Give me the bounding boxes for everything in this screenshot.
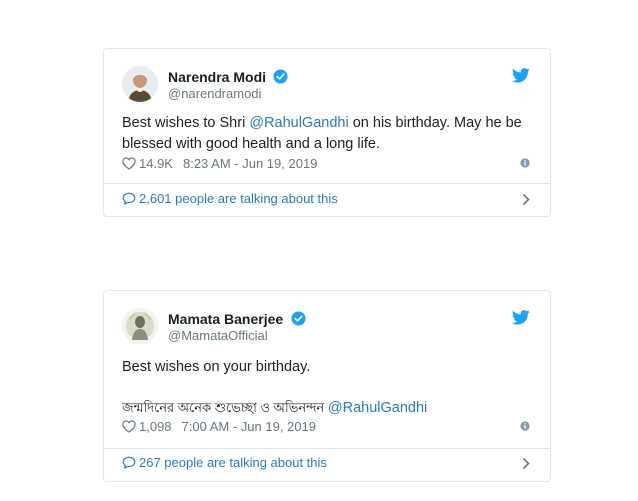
avatar[interactable] — [122, 66, 158, 102]
verified-badge-icon — [291, 311, 306, 326]
timestamp[interactable]: 7:00 AM - Jun 19, 2019 — [182, 419, 316, 434]
like-count[interactable]: 1,098 — [139, 419, 172, 434]
author-handle[interactable]: @narendramodi — [168, 86, 261, 101]
twitter-bird-icon[interactable] — [512, 68, 530, 83]
avatar-image — [122, 308, 158, 344]
mention-link[interactable]: @RahulGandhi — [328, 400, 427, 416]
tweet-header: Mamata Banerjee @MamataOfficial — [122, 308, 532, 344]
verified-badge-icon — [273, 69, 288, 84]
avatar[interactable] — [122, 308, 158, 344]
author-name-row[interactable]: Narendra Modi — [168, 68, 288, 86]
divider — [104, 448, 550, 449]
tweet-text-line: Best wishes on your birthday. — [122, 359, 311, 375]
tweet-meta: 1,098 7:00 AM - Jun 19, 2019 — [122, 419, 532, 437]
heart-icon[interactable] — [122, 157, 136, 170]
tweet-text: Best wishes to Shri @RahulGandhi on his … — [122, 113, 532, 155]
tweet-text: Best wishes on your birthday. জন্মদিনের … — [122, 357, 532, 419]
conversation-count[interactable]: 2,601 people are talking about this — [139, 191, 338, 206]
author-name[interactable]: Narendra Modi — [168, 69, 266, 85]
author-handle[interactable]: @MamataOfficial — [168, 328, 268, 343]
bengali-text: জন্মদিনের অনেক শুভেচ্ছা ও অভিনন্দন — [122, 400, 328, 415]
tweet-meta: 14.9K 8:23 AM - Jun 19, 2019 — [122, 156, 532, 174]
divider — [104, 183, 550, 184]
heart-icon[interactable] — [122, 420, 136, 433]
tweet-card[interactable]: Narendra Modi @narendramodi Best wishes … — [103, 48, 551, 217]
like-count[interactable]: 14.9K — [139, 156, 173, 171]
conversation-count[interactable]: 267 people are talking about this — [139, 455, 327, 470]
info-icon[interactable] — [520, 158, 530, 168]
tweet-card[interactable]: Mamata Banerjee @MamataOfficial Best wis… — [103, 290, 551, 482]
chevron-right-icon[interactable] — [522, 193, 530, 206]
author-name-row[interactable]: Mamata Banerjee — [168, 310, 306, 328]
info-icon[interactable] — [520, 421, 530, 431]
reply-bubble-icon — [122, 456, 136, 469]
avatar-image — [122, 66, 158, 102]
conversation-link[interactable]: 2,601 people are talking about this — [122, 191, 532, 211]
mention-link[interactable]: @RahulGandhi — [249, 115, 348, 131]
timestamp[interactable]: 8:23 AM - Jun 19, 2019 — [183, 156, 317, 171]
tweet-header: Narendra Modi @narendramodi — [122, 66, 532, 102]
conversation-link[interactable]: 267 people are talking about this — [122, 455, 532, 475]
tweet-text-part: Best wishes to Shri — [122, 115, 250, 131]
tweet-text-line-bengali: জন্মদিনের অনেক শুভেচ্ছা ও অভিনন্দন @Rahu… — [122, 397, 532, 419]
reply-bubble-icon — [122, 192, 136, 205]
twitter-bird-icon[interactable] — [512, 310, 530, 325]
author-name[interactable]: Mamata Banerjee — [168, 311, 283, 327]
chevron-right-icon[interactable] — [522, 457, 530, 470]
